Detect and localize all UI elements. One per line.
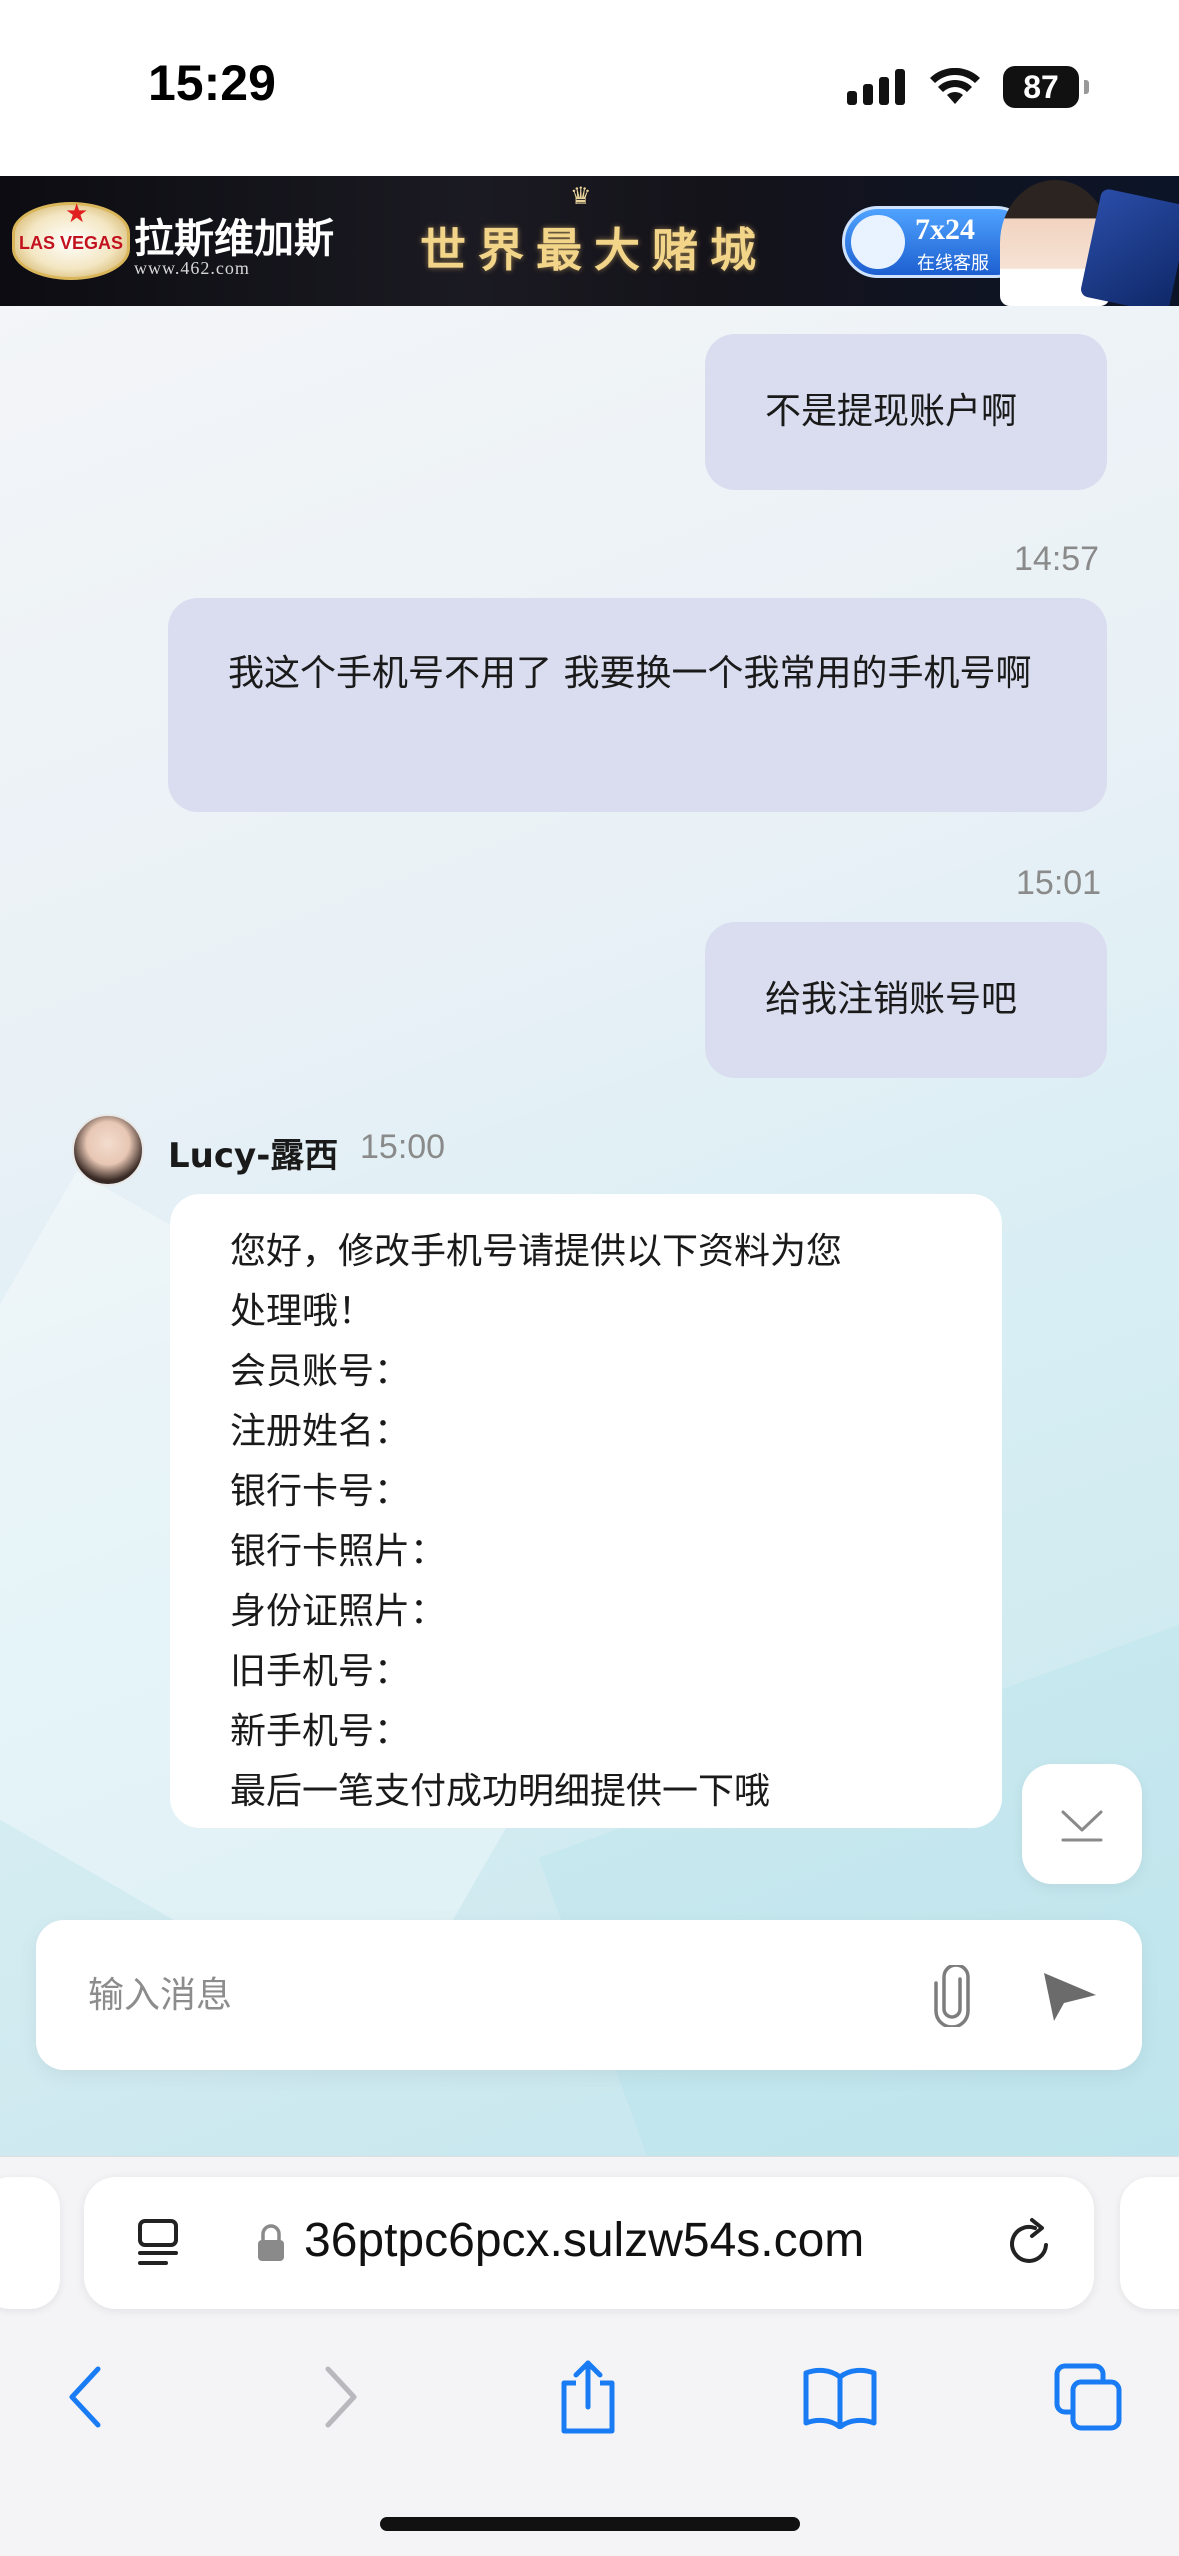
forward-icon xyxy=(325,2366,357,2428)
message-input[interactable] xyxy=(88,1970,888,2020)
service-hours: 7x24 xyxy=(915,213,975,246)
message-bubble-outgoing: 我这个手机号不用了 我要换一个我常用的手机号啊 xyxy=(168,598,1107,812)
bookmarks-button[interactable] xyxy=(790,2347,890,2447)
address-bar[interactable]: 36ptpc6pcx.sulzw54s.com xyxy=(84,2177,1094,2309)
agent-name: Lucy-露西 xyxy=(168,1136,339,1176)
banner-logo-text: LAS VEGAS xyxy=(18,233,124,253)
service-label: 在线客服 xyxy=(917,253,989,274)
message-line: 旧手机号： xyxy=(230,1651,411,1692)
agent-avatar[interactable] xyxy=(72,1114,144,1186)
tabs-button[interactable] xyxy=(1038,2347,1138,2447)
message-line: 会员账号： xyxy=(230,1351,411,1392)
message-line: 处理哦！ xyxy=(230,1291,375,1332)
status-icons: 87 xyxy=(847,62,1089,112)
browser-toolbar: 36ptpc6pcx.sulzw54s.com xyxy=(0,2156,1179,2556)
browser-nav-row xyxy=(0,2347,1179,2477)
reload-icon[interactable] xyxy=(1002,2215,1058,2271)
attach-icon xyxy=(934,1965,970,2027)
chat-area[interactable]: 不是提现账户啊 14:57 我这个手机号不用了 我要换一个我常用的手机号啊 15… xyxy=(0,306,1179,2156)
send-button[interactable] xyxy=(1034,1964,1104,2028)
message-line: 银行卡照片： xyxy=(230,1531,447,1572)
url-text: 36ptpc6pcx.sulzw54s.com xyxy=(304,2214,865,2267)
message-line: 银行卡号： xyxy=(230,1471,411,1512)
message-bubble-outgoing: 给我注销账号吧 xyxy=(705,922,1107,1078)
banner-url: www.462.com xyxy=(134,258,250,278)
previous-tab-preview[interactable] xyxy=(0,2177,60,2309)
crown-icon: ♛ xyxy=(570,182,592,210)
banner-slogan: 世界最大赌城 xyxy=(420,223,768,277)
bookmarks-icon xyxy=(803,2367,877,2429)
battery-icon: 87 xyxy=(1003,66,1089,108)
next-tab-preview[interactable] xyxy=(1120,2177,1179,2309)
message-line: 注册姓名： xyxy=(230,1411,411,1452)
signal-icon xyxy=(847,69,905,105)
message-time: 15:01 xyxy=(1016,864,1102,902)
message-bubble-outgoing: 不是提现账户啊 xyxy=(705,334,1107,490)
message-line: 您好，修改手机号请提供以下资料为您 xyxy=(230,1231,843,1272)
message-line: 最后一笔支付成功明细提供一下哦 xyxy=(230,1771,771,1812)
back-icon xyxy=(69,2366,101,2428)
headset-icon xyxy=(851,215,905,269)
status-bar: 15:29 87 xyxy=(0,0,1179,176)
message-bubble-incoming: 您好，修改手机号请提供以下资料为您 处理哦！ 会员账号： 注册姓名： 银行卡号：… xyxy=(170,1194,1002,1828)
scroll-down-button[interactable] xyxy=(1022,1764,1142,1884)
attach-button[interactable] xyxy=(920,1964,984,2028)
reader-icon[interactable] xyxy=(134,2217,194,2269)
wifi-icon xyxy=(930,68,980,104)
share-icon xyxy=(561,2360,615,2434)
scroll-down-icon xyxy=(1061,1810,1103,1842)
status-time: 15:29 xyxy=(148,55,276,111)
back-button[interactable] xyxy=(36,2347,136,2447)
tabs-icon xyxy=(1054,2363,1122,2431)
las-vegas-logo: ★ LAS VEGAS xyxy=(12,199,130,280)
banner-brand: 拉斯维加斯 xyxy=(134,215,334,262)
message-line: 新手机号： xyxy=(230,1711,411,1752)
send-icon xyxy=(1044,1973,1096,2021)
promo-banner[interactable]: ★ LAS VEGAS 拉斯维加斯 www.462.com ♛ 世界最大赌城 7… xyxy=(0,176,1179,306)
message-composer xyxy=(36,1920,1142,2070)
home-indicator xyxy=(380,2517,800,2531)
message-time: 14:57 xyxy=(1014,540,1100,578)
share-button[interactable] xyxy=(538,2347,638,2447)
message-line: 身份证照片： xyxy=(230,1591,447,1632)
agent-message-time: 15:00 xyxy=(360,1128,446,1166)
forward-button[interactable] xyxy=(290,2347,390,2447)
lock-icon xyxy=(258,2224,284,2261)
